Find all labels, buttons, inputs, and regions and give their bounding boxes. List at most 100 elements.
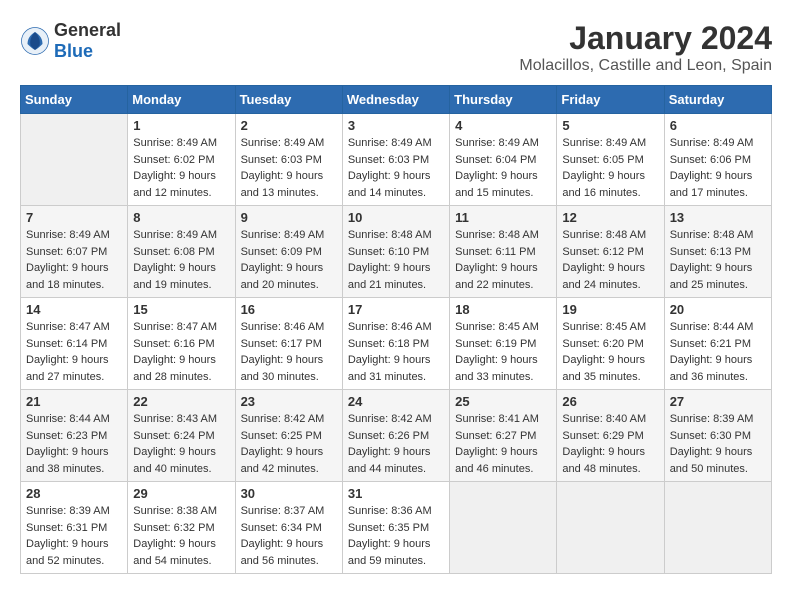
day-info: Sunrise: 8:37 AMSunset: 6:34 PMDaylight:… xyxy=(241,503,337,569)
calendar-cell: 31Sunrise: 8:36 AMSunset: 6:35 PMDayligh… xyxy=(342,482,449,574)
day-number: 8 xyxy=(133,210,229,225)
day-number: 4 xyxy=(455,118,551,133)
day-info: Sunrise: 8:39 AMSunset: 6:31 PMDaylight:… xyxy=(26,503,122,569)
day-info: Sunrise: 8:46 AMSunset: 6:17 PMDaylight:… xyxy=(241,319,337,385)
day-info: Sunrise: 8:49 AMSunset: 6:07 PMDaylight:… xyxy=(26,227,122,293)
page-header: General Blue January 2024 Molacillos, Ca… xyxy=(20,20,772,75)
calendar-cell xyxy=(450,482,557,574)
day-number: 1 xyxy=(133,118,229,133)
day-number: 17 xyxy=(348,302,444,317)
day-info: Sunrise: 8:48 AMSunset: 6:13 PMDaylight:… xyxy=(670,227,766,293)
logo: General Blue xyxy=(20,20,121,62)
weekday-header-friday: Friday xyxy=(557,86,664,114)
calendar-week-row: 14Sunrise: 8:47 AMSunset: 6:14 PMDayligh… xyxy=(21,298,772,390)
calendar-cell: 22Sunrise: 8:43 AMSunset: 6:24 PMDayligh… xyxy=(128,390,235,482)
calendar-cell: 6Sunrise: 8:49 AMSunset: 6:06 PMDaylight… xyxy=(664,114,771,206)
day-number: 19 xyxy=(562,302,658,317)
day-number: 21 xyxy=(26,394,122,409)
calendar-cell: 18 Sunrise: 8:45 AMSunset: 6:19 PMDayligh… xyxy=(450,298,557,390)
weekday-header-row: SundayMondayTuesdayWednesdayThursdayFrid… xyxy=(21,86,772,114)
day-number: 18 xyxy=(455,302,551,317)
calendar-cell: 10Sunrise: 8:48 AMSunset: 6:10 PMDayligh… xyxy=(342,206,449,298)
weekday-header-tuesday: Tuesday xyxy=(235,86,342,114)
day-info: Sunrise: 8:39 AMSunset: 6:30 PMDaylight:… xyxy=(670,411,766,477)
day-info: Sunrise: 8:49 AMSunset: 6:03 PMDaylight:… xyxy=(241,135,337,201)
day-number: 28 xyxy=(26,486,122,501)
calendar-cell: 1Sunrise: 8:49 AMSunset: 6:02 PMDaylight… xyxy=(128,114,235,206)
calendar-cell: 7 Sunrise: 8:49 AMSunset: 6:07 PMDaylight… xyxy=(21,206,128,298)
day-number: 24 xyxy=(348,394,444,409)
day-number: 26 xyxy=(562,394,658,409)
weekday-header-sunday: Sunday xyxy=(21,86,128,114)
calendar-cell: 15 Sunrise: 8:47 AMSunset: 6:16 PMDayligh… xyxy=(128,298,235,390)
calendar-cell: 29 Sunrise: 8:38 AMSunset: 6:32 PMDayligh… xyxy=(128,482,235,574)
day-number: 15 xyxy=(133,302,229,317)
calendar-cell: 17Sunrise: 8:46 AMSunset: 6:18 PMDayligh… xyxy=(342,298,449,390)
day-info: Sunrise: 8:45 AMSunset: 6:19 PMDaylight:… xyxy=(455,319,551,385)
day-info: Sunrise: 8:42 AMSunset: 6:25 PMDaylight:… xyxy=(241,411,337,477)
day-info: Sunrise: 8:49 AMSunset: 6:03 PMDaylight:… xyxy=(348,135,444,201)
logo-blue: Blue xyxy=(54,41,93,61)
day-info: Sunrise: 8:41 AMSunset: 6:27 PMDaylight:… xyxy=(455,411,551,477)
day-number: 16 xyxy=(241,302,337,317)
weekday-header-monday: Monday xyxy=(128,86,235,114)
day-number: 12 xyxy=(562,210,658,225)
month-year-title: January 2024 xyxy=(519,20,772,57)
calendar-cell: 21 Sunrise: 8:44 AMSunset: 6:23 PMDayligh… xyxy=(21,390,128,482)
day-info: Sunrise: 8:47 AMSunset: 6:16 PMDaylight:… xyxy=(133,319,229,385)
day-info: Sunrise: 8:44 AMSunset: 6:23 PMDaylight:… xyxy=(26,411,122,477)
calendar-cell: 13 Sunrise: 8:48 AMSunset: 6:13 PMDayligh… xyxy=(664,206,771,298)
location-title: Molacillos, Castille and Leon, Spain xyxy=(519,57,772,75)
calendar-cell: 9Sunrise: 8:49 AMSunset: 6:09 PMDaylight… xyxy=(235,206,342,298)
calendar-cell: 11Sunrise: 8:48 AMSunset: 6:11 PMDayligh… xyxy=(450,206,557,298)
day-number: 3 xyxy=(348,118,444,133)
day-info: Sunrise: 8:48 AMSunset: 6:12 PMDaylight:… xyxy=(562,227,658,293)
weekday-header-thursday: Thursday xyxy=(450,86,557,114)
calendar-cell: 2Sunrise: 8:49 AMSunset: 6:03 PMDaylight… xyxy=(235,114,342,206)
day-info: Sunrise: 8:44 AMSunset: 6:21 PMDaylight:… xyxy=(670,319,766,385)
calendar-cell: 27 Sunrise: 8:39 AMSunset: 6:30 PMDayligh… xyxy=(664,390,771,482)
day-info: Sunrise: 8:49 AMSunset: 6:05 PMDaylight:… xyxy=(562,135,658,201)
day-number: 27 xyxy=(670,394,766,409)
day-number: 7 xyxy=(26,210,122,225)
day-number: 14 xyxy=(26,302,122,317)
day-number: 10 xyxy=(348,210,444,225)
calendar-week-row: 28 Sunrise: 8:39 AMSunset: 6:31 PMDayligh… xyxy=(21,482,772,574)
logo-icon xyxy=(20,26,50,56)
calendar-cell: 26 Sunrise: 8:40 AMSunset: 6:29 PMDayligh… xyxy=(557,390,664,482)
calendar-week-row: 7 Sunrise: 8:49 AMSunset: 6:07 PMDaylight… xyxy=(21,206,772,298)
day-number: 13 xyxy=(670,210,766,225)
day-info: Sunrise: 8:40 AMSunset: 6:29 PMDaylight:… xyxy=(562,411,658,477)
day-info: Sunrise: 8:48 AMSunset: 6:11 PMDaylight:… xyxy=(455,227,551,293)
calendar-cell: 8 Sunrise: 8:49 AMSunset: 6:08 PMDaylight… xyxy=(128,206,235,298)
day-info: Sunrise: 8:49 AMSunset: 6:04 PMDaylight:… xyxy=(455,135,551,201)
calendar-cell: 25 Sunrise: 8:41 AMSunset: 6:27 PMDayligh… xyxy=(450,390,557,482)
day-number: 29 xyxy=(133,486,229,501)
calendar-cell: 30Sunrise: 8:37 AMSunset: 6:34 PMDayligh… xyxy=(235,482,342,574)
weekday-header-wednesday: Wednesday xyxy=(342,86,449,114)
calendar-cell: 20Sunrise: 8:44 AMSunset: 6:21 PMDayligh… xyxy=(664,298,771,390)
day-info: Sunrise: 8:38 AMSunset: 6:32 PMDaylight:… xyxy=(133,503,229,569)
calendar-table: SundayMondayTuesdayWednesdayThursdayFrid… xyxy=(20,85,772,574)
logo-general: General xyxy=(54,20,121,40)
calendar-cell: 24 Sunrise: 8:42 AMSunset: 6:26 PMDayligh… xyxy=(342,390,449,482)
calendar-cell: 16 Sunrise: 8:46 AMSunset: 6:17 PMDayligh… xyxy=(235,298,342,390)
day-number: 25 xyxy=(455,394,551,409)
calendar-cell: 3 Sunrise: 8:49 AMSunset: 6:03 PMDaylight… xyxy=(342,114,449,206)
title-section: January 2024 Molacillos, Castille and Le… xyxy=(519,20,772,75)
logo-text: General Blue xyxy=(54,20,121,62)
day-number: 23 xyxy=(241,394,337,409)
day-number: 31 xyxy=(348,486,444,501)
day-info: Sunrise: 8:49 AMSunset: 6:09 PMDaylight:… xyxy=(241,227,337,293)
calendar-cell xyxy=(664,482,771,574)
calendar-cell: 19 Sunrise: 8:45 AMSunset: 6:20 PMDayligh… xyxy=(557,298,664,390)
calendar-cell: 5 Sunrise: 8:49 AMSunset: 6:05 PMDaylight… xyxy=(557,114,664,206)
day-number: 5 xyxy=(562,118,658,133)
calendar-cell: 4 Sunrise: 8:49 AMSunset: 6:04 PMDaylight… xyxy=(450,114,557,206)
calendar-cell: 28 Sunrise: 8:39 AMSunset: 6:31 PMDayligh… xyxy=(21,482,128,574)
day-info: Sunrise: 8:45 AMSunset: 6:20 PMDaylight:… xyxy=(562,319,658,385)
day-number: 6 xyxy=(670,118,766,133)
day-info: Sunrise: 8:49 AMSunset: 6:08 PMDaylight:… xyxy=(133,227,229,293)
calendar-week-row: 1Sunrise: 8:49 AMSunset: 6:02 PMDaylight… xyxy=(21,114,772,206)
day-info: Sunrise: 8:42 AMSunset: 6:26 PMDaylight:… xyxy=(348,411,444,477)
